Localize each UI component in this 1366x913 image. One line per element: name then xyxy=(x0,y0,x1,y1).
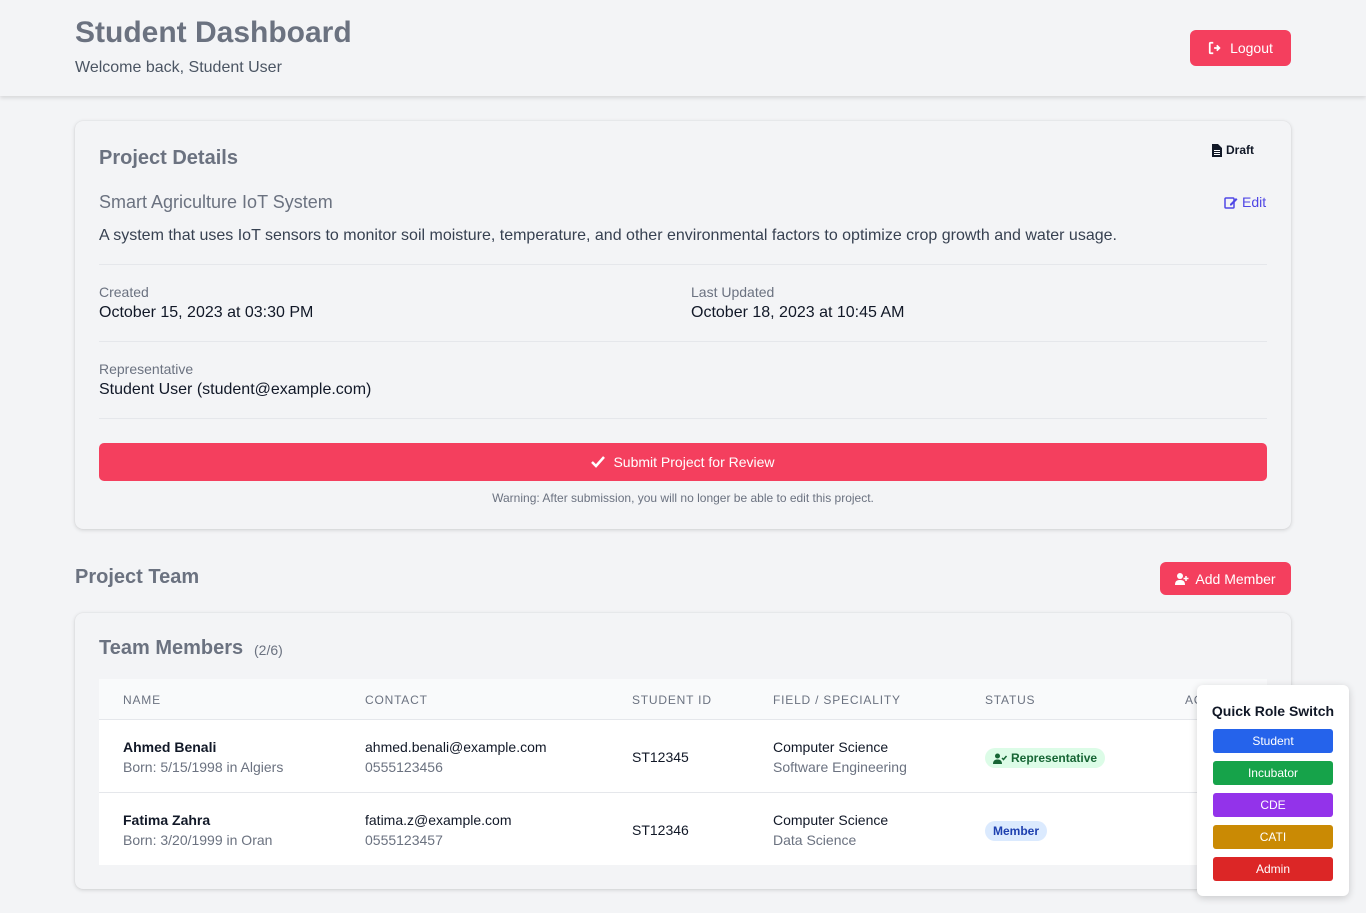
add-member-button[interactable]: Add Member xyxy=(1160,562,1291,595)
status-text: Representative xyxy=(1011,751,1098,765)
user-plus-icon xyxy=(1175,572,1189,585)
logout-button[interactable]: Logout xyxy=(1190,30,1291,66)
submit-label: Submit Project for Review xyxy=(613,454,775,470)
check-icon xyxy=(591,456,606,468)
quick-role-switch-panel: Quick Role Switch Student Incubator CDE … xyxy=(1197,685,1349,896)
add-member-label: Add Member xyxy=(1195,570,1276,587)
project-name: Smart Agriculture IoT System xyxy=(99,192,333,212)
divider xyxy=(99,341,1267,342)
member-field: Computer Science xyxy=(773,739,889,755)
column-header-student-id: STUDENT ID xyxy=(632,693,712,707)
updated-label: Last Updated xyxy=(691,284,775,300)
member-field: Computer Science xyxy=(773,812,889,828)
status-label: Draft xyxy=(1226,143,1255,157)
team-members-card: Team Members (2/6) NAME CONTACT STUDENT … xyxy=(75,613,1291,889)
column-header-contact: CONTACT xyxy=(365,693,428,707)
member-student-id: ST12345 xyxy=(632,749,689,765)
member-phone: 0555123457 xyxy=(365,832,443,848)
sign-out-icon xyxy=(1208,41,1222,55)
submit-warning: Warning: After submission, you will no l… xyxy=(492,491,874,505)
role-cde-button[interactable]: CDE xyxy=(1213,793,1333,817)
edit-icon xyxy=(1224,196,1238,209)
member-birth: Born: 5/15/1998 in Algiers xyxy=(123,759,284,775)
column-header-name: NAME xyxy=(123,693,161,707)
column-header-status: STATUS xyxy=(985,693,1036,707)
document-icon xyxy=(1212,144,1222,157)
role-admin-button[interactable]: Admin xyxy=(1213,857,1333,881)
table-header: NAME CONTACT STUDENT ID FIELD / SPECIALI… xyxy=(99,679,1267,720)
quick-role-switch-title: Quick Role Switch xyxy=(1211,703,1335,719)
team-table: NAME CONTACT STUDENT ID FIELD / SPECIALI… xyxy=(99,679,1267,865)
table-row: Fatima Zahra Born: 3/20/1999 in Oran fat… xyxy=(99,793,1267,865)
logout-label: Logout xyxy=(1230,40,1273,56)
role-incubator-button[interactable]: Incubator xyxy=(1213,761,1333,785)
status-text: Member xyxy=(993,824,1040,838)
member-student-id: ST12346 xyxy=(632,822,689,838)
team-count: (2/6) xyxy=(254,642,283,658)
status-badge-representative: Representative xyxy=(985,748,1106,768)
project-details-title: Project Details xyxy=(99,147,238,169)
member-email: fatima.z@example.com xyxy=(365,812,512,828)
edit-link[interactable]: Edit xyxy=(1224,194,1266,210)
status-badge-member: Member xyxy=(985,821,1048,841)
member-name: Fatima Zahra xyxy=(123,812,211,828)
submit-project-button[interactable]: Submit Project for Review xyxy=(99,443,1267,481)
created-value: October 15, 2023 at 03:30 PM xyxy=(99,304,314,321)
column-header-field: FIELD / SPECIALITY xyxy=(773,693,901,707)
top-header: Student Dashboard Welcome back, Student … xyxy=(0,0,1366,96)
user-check-icon xyxy=(993,753,1007,764)
member-speciality: Software Engineering xyxy=(773,759,907,775)
representative-label: Representative xyxy=(99,361,194,377)
role-cati-button[interactable]: CATI xyxy=(1213,825,1333,849)
project-description: A system that uses IoT sensors to monito… xyxy=(99,227,1117,244)
updated-value: October 18, 2023 at 10:45 AM xyxy=(691,304,905,321)
status-badge: Draft xyxy=(1212,143,1254,157)
divider xyxy=(99,418,1267,419)
project-details-card: Project Details Draft Smart Agriculture … xyxy=(75,121,1291,529)
member-name: Ahmed Benali xyxy=(123,739,217,755)
member-phone: 0555123456 xyxy=(365,759,443,775)
team-members-title: Team Members xyxy=(99,637,244,659)
table-row: Ahmed Benali Born: 5/15/1998 in Algiers … xyxy=(99,720,1267,793)
edit-label: Edit xyxy=(1242,194,1267,210)
member-speciality: Data Science xyxy=(773,832,857,848)
member-birth: Born: 3/20/1999 in Oran xyxy=(123,832,273,848)
page-title: Student Dashboard xyxy=(75,16,352,49)
role-student-button[interactable]: Student xyxy=(1213,729,1333,753)
project-team-title: Project Team xyxy=(75,566,200,588)
member-email: ahmed.benali@example.com xyxy=(365,739,547,755)
welcome-message: Welcome back, Student User xyxy=(75,59,282,76)
representative-value: Student User (student@example.com) xyxy=(99,381,372,398)
created-label: Created xyxy=(99,284,149,300)
divider xyxy=(99,264,1267,265)
